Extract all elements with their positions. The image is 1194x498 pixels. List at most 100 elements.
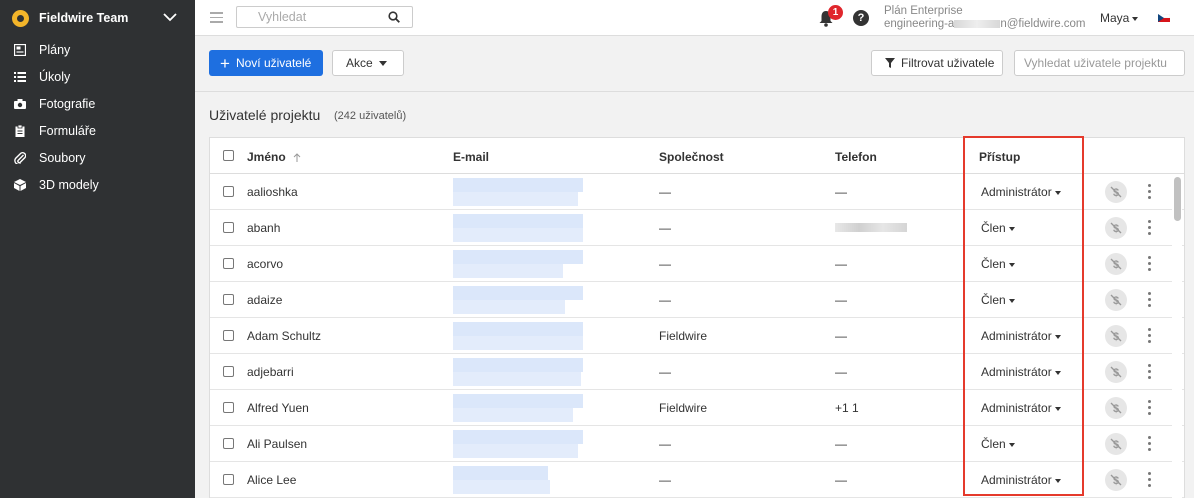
row-checkbox[interactable] [223,222,234,233]
caret-down-icon [1054,334,1061,339]
table-row[interactable]: adjebarri — — Administrátor $ [210,354,1184,390]
more-options-icon[interactable] [1148,220,1152,236]
scrollbar[interactable] [1172,175,1182,498]
sidebar-item-plans[interactable]: Plány [0,36,195,63]
column-company[interactable]: Společnost [659,150,724,164]
svg-text:$: $ [1113,187,1119,199]
user-name[interactable]: abanh [247,221,280,235]
row-checkbox[interactable] [223,474,234,485]
row-checkbox[interactable] [223,330,234,341]
row-checkbox[interactable] [223,402,234,413]
account-email: engineering-a n@fieldwire.com [884,18,1086,30]
user-phone: — [835,257,847,271]
user-name[interactable]: Alfred Yuen [247,401,309,415]
actions-dropdown[interactable]: Akce [332,50,404,76]
scrollbar-thumb[interactable] [1174,177,1181,221]
user-name[interactable]: adaize [247,293,282,307]
sidebar: Fieldwire Team Plány Úkoly Fotografie Fo… [0,0,195,498]
redacted-phone [835,223,907,232]
no-cost-icon[interactable]: $ [1105,217,1127,239]
user-name[interactable]: Alice Lee [247,473,296,487]
global-search-input[interactable] [237,7,377,27]
more-options-icon[interactable] [1148,292,1152,308]
user-company: — [659,293,671,307]
more-options-icon[interactable] [1148,436,1152,452]
redacted-email [453,466,550,494]
more-options-icon[interactable] [1148,400,1152,416]
more-options-icon[interactable] [1148,184,1152,200]
redacted-email [453,214,583,242]
access-dropdown[interactable]: Člen [981,257,1015,271]
row-checkbox[interactable] [223,186,234,197]
access-dropdown[interactable]: Administrátor [981,365,1061,379]
sidebar-item-3d-models[interactable]: 3D modely [0,171,195,198]
column-phone[interactable]: Telefon [835,150,877,164]
no-cost-icon[interactable]: $ [1105,361,1127,383]
table-body: aalioshka — — Administrátor $ abanh — Člen $ acor… [210,174,1184,498]
access-dropdown[interactable]: Administrátor [981,185,1061,199]
sidebar-item-files[interactable]: Soubory [0,144,195,171]
user-company: — [659,365,671,379]
no-cost-icon[interactable]: $ [1105,181,1127,203]
caret-down-icon [1132,16,1139,21]
user-name[interactable]: Adam Schultz [247,329,321,343]
table-row[interactable]: adaize — — Člen $ [210,282,1184,318]
access-dropdown[interactable]: Člen [981,437,1015,451]
table-row[interactable]: Adam Schultz Fieldwire — Administrátor $ [210,318,1184,354]
more-options-icon[interactable] [1148,472,1152,488]
redacted-email [453,358,583,386]
sidebar-item-label: Formuláře [39,123,96,138]
no-cost-icon[interactable]: $ [1105,289,1127,311]
svg-text:$: $ [1113,295,1119,307]
more-options-icon[interactable] [1148,256,1152,272]
project-user-search-input[interactable] [1015,51,1180,75]
access-dropdown[interactable]: Administrátor [981,473,1061,487]
user-menu[interactable]: Maya [1100,11,1139,25]
table-row[interactable]: Alice Lee — — Administrátor $ [210,462,1184,498]
no-cost-icon[interactable]: $ [1105,397,1127,419]
chevron-down-icon[interactable] [163,12,177,22]
sidebar-item-tasks[interactable]: Úkoly [0,63,195,90]
no-cost-icon[interactable]: $ [1105,253,1127,275]
user-name[interactable]: aalioshka [247,185,298,199]
column-email[interactable]: E-mail [453,150,489,164]
clipboard-icon [15,124,25,137]
more-options-icon[interactable] [1148,328,1152,344]
search-icon[interactable] [388,11,400,23]
table-row[interactable]: Ali Paulsen — — Člen $ [210,426,1184,462]
access-dropdown[interactable]: Člen [981,293,1015,307]
user-company: — [659,473,671,487]
access-dropdown[interactable]: Administrátor [981,401,1061,415]
new-users-button[interactable]: + Noví uživatelé [209,50,323,76]
access-dropdown[interactable]: Člen [981,221,1015,235]
no-cost-icon[interactable]: $ [1105,433,1127,455]
czech-flag-icon[interactable] [1158,14,1170,22]
caret-down-icon [1008,442,1015,447]
filter-users-button[interactable]: Filtrovat uživatele [871,50,1003,76]
user-name[interactable]: acorvo [247,257,283,271]
table-row[interactable]: Alfred Yuen Fieldwire +1 1 Administrátor $ [210,390,1184,426]
svg-text:$: $ [1113,331,1119,343]
column-name[interactable]: Jméno [247,150,301,164]
no-cost-icon[interactable]: $ [1105,325,1127,347]
row-checkbox[interactable] [223,438,234,449]
table-row[interactable]: acorvo — — Člen $ [210,246,1184,282]
help-icon[interactable]: ? [853,10,869,26]
user-phone: — [835,293,847,307]
row-checkbox[interactable] [223,258,234,269]
row-checkbox[interactable] [223,366,234,377]
user-name[interactable]: adjebarri [247,365,294,379]
more-options-icon[interactable] [1148,364,1152,380]
select-all-checkbox[interactable] [223,150,234,161]
no-cost-icon[interactable]: $ [1105,469,1127,491]
table-row[interactable]: aalioshka — — Administrátor $ [210,174,1184,210]
column-access[interactable]: Přístup [979,150,1020,164]
table-row[interactable]: abanh — Člen $ [210,210,1184,246]
menu-icon[interactable] [210,12,223,23]
user-phone: — [835,365,847,379]
user-name[interactable]: Ali Paulsen [247,437,307,451]
sidebar-item-forms[interactable]: Formuláře [0,117,195,144]
access-dropdown[interactable]: Administrátor [981,329,1061,343]
row-checkbox[interactable] [223,294,234,305]
sidebar-item-photos[interactable]: Fotografie [0,90,195,117]
